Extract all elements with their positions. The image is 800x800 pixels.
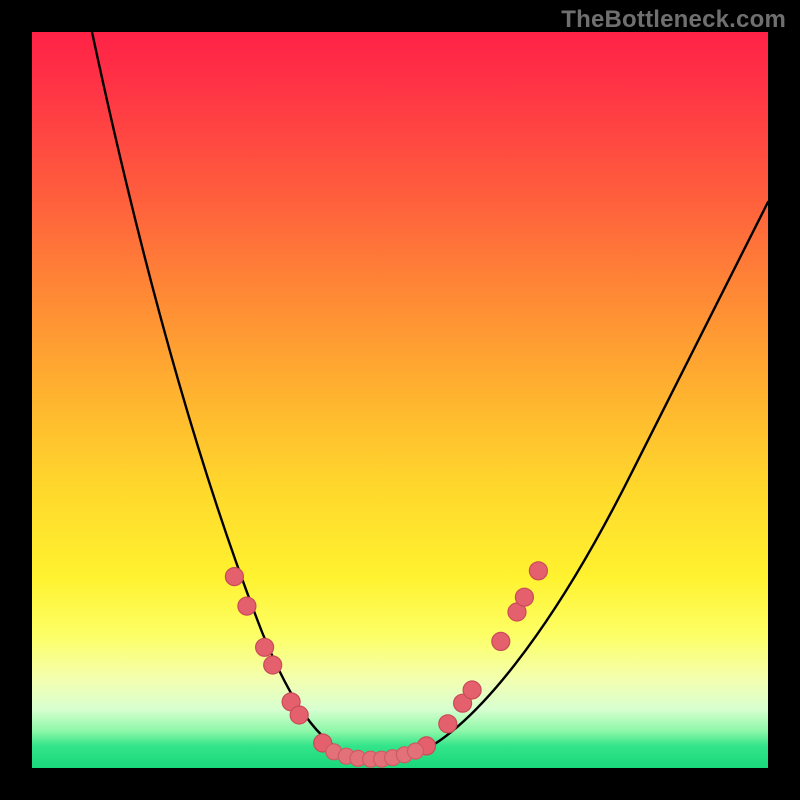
curve-marker: [408, 743, 424, 759]
curve-marker: [529, 562, 547, 580]
plot-area: [32, 32, 768, 768]
curve-marker: [225, 568, 243, 586]
curve-marker: [238, 597, 256, 615]
curve-marker: [290, 706, 308, 724]
curve-marker: [463, 681, 481, 699]
watermark-text: TheBottleneck.com: [561, 6, 786, 34]
chart-stage: TheBottleneck.com: [0, 0, 800, 800]
bottleneck-curve: [32, 32, 768, 768]
curve-marker: [492, 632, 510, 650]
curve-right-branch: [412, 202, 768, 756]
curve-marker: [264, 656, 282, 674]
curve-marker: [439, 715, 457, 733]
curve-markers: [225, 562, 547, 767]
curve-marker: [515, 588, 533, 606]
curve-marker: [256, 638, 274, 656]
curve-left-branch: [92, 32, 352, 755]
